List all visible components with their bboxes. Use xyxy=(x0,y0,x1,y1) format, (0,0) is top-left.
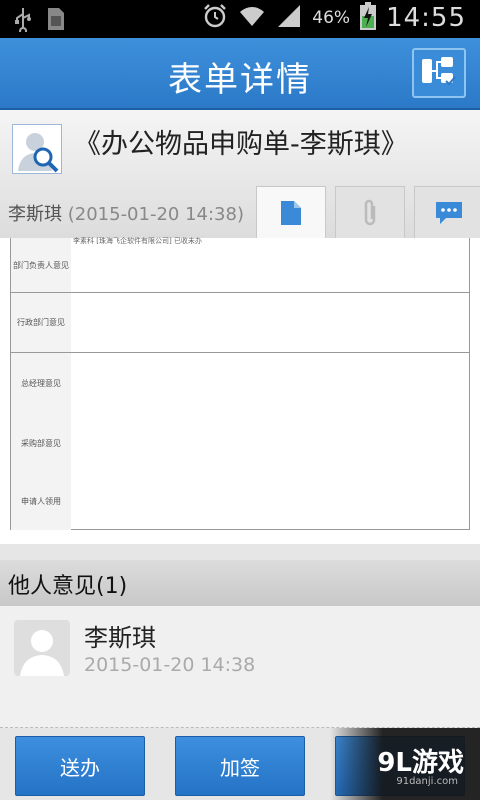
row-note: 李素科 [珠海飞企软件有限公司] 已收未办 xyxy=(73,237,202,245)
user-silhouette-icon xyxy=(20,630,64,676)
paperclip-icon xyxy=(364,199,376,225)
opinions-title: 他人意见(1) xyxy=(8,574,128,599)
submitter-info: 李斯琪 (2015-01-20 14:38) xyxy=(8,200,244,226)
approval-table: 部门负责人意见 李素科 [珠海飞企软件有限公司] 已收未办 行政部门意见 总经理… xyxy=(10,237,470,530)
site-watermark: 9L游戏 91danji.com xyxy=(330,728,480,800)
comment-icon xyxy=(436,201,462,224)
avatar xyxy=(14,620,70,676)
table-row: 申请人领用 xyxy=(11,473,469,530)
tab-document[interactable] xyxy=(256,186,326,238)
usb-icon xyxy=(14,6,32,36)
table-row: 采购部意见 xyxy=(11,413,469,473)
avatar[interactable] xyxy=(12,124,62,174)
form-header: 《办公物品申购单-李斯琪》 李斯琪 (2015-01-20 14:38) xyxy=(0,110,480,238)
battery-percent: 46% xyxy=(312,8,351,28)
document-icon xyxy=(281,200,301,225)
table-row: 部门负责人意见 李素科 [珠海飞企软件有限公司] 已收未办 xyxy=(11,237,469,293)
status-bar: 46% 14:55 xyxy=(0,0,480,38)
signal-icon xyxy=(276,3,302,33)
row-label: 部门负责人意见 xyxy=(11,238,71,292)
table-row: 行政部门意见 xyxy=(11,293,469,353)
row-label: 行政部门意见 xyxy=(11,293,71,352)
battery-charging-icon xyxy=(360,2,377,34)
opinion-author: 李斯琪 xyxy=(84,624,156,652)
table-row: 总经理意见 xyxy=(11,353,469,413)
opinions-header: 他人意见(1) xyxy=(0,560,480,606)
form-document[interactable]: 部门负责人意见 李素科 [珠海飞企软件有限公司] 已收未办 行政部门意见 总经理… xyxy=(0,237,480,544)
action-bar: 送办 加签 9L游戏 91danji.com xyxy=(0,728,480,800)
watermark-logo: 9L游戏 xyxy=(377,748,464,778)
row-label: 采购部意见 xyxy=(11,413,71,473)
row-label: 申请人领用 xyxy=(11,473,71,530)
wifi-icon xyxy=(238,4,266,32)
opinion-item[interactable]: 李斯琪 2015-01-20 14:38 xyxy=(0,606,480,728)
tab-attachments[interactable] xyxy=(335,186,405,238)
page-title: 表单详情 xyxy=(168,60,312,100)
workflow-button[interactable] xyxy=(412,48,466,98)
submitted-time: (2015-01-20 14:38) xyxy=(67,204,244,225)
title-bar: 表单详情 xyxy=(0,38,480,110)
opinion-time: 2015-01-20 14:38 xyxy=(84,654,256,676)
alarm-icon xyxy=(202,3,228,33)
send-button[interactable]: 送办 xyxy=(15,736,145,796)
sim-card-icon xyxy=(46,6,66,36)
row-label: 总经理意见 xyxy=(11,353,71,413)
user-search-icon xyxy=(18,133,59,173)
submitter-name: 李斯琪 xyxy=(8,204,62,225)
countersign-button[interactable]: 加签 xyxy=(175,736,305,796)
clock: 14:55 xyxy=(386,3,466,33)
watermark-url: 91danji.com xyxy=(396,776,458,787)
form-title: 《办公物品申购单-李斯琪》 xyxy=(74,129,408,160)
workflow-icon xyxy=(419,54,459,92)
tab-comments[interactable] xyxy=(414,186,480,238)
